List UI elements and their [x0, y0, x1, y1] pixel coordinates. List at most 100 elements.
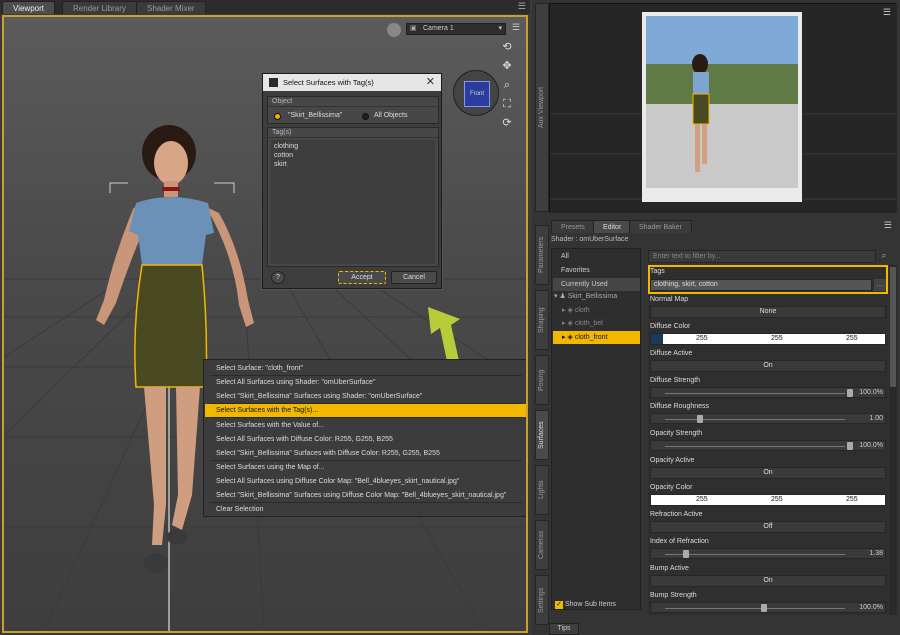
category-currently-used[interactable]: Currently Used: [553, 278, 640, 291]
slider-value[interactable]: 1.00: [869, 414, 883, 424]
color-b[interactable]: 255: [846, 334, 858, 344]
color-r[interactable]: 255: [696, 495, 708, 505]
prop-opacity-color-field[interactable]: 255 255 255: [650, 494, 886, 506]
menu-item-clear-selection[interactable]: Clear Selection: [205, 503, 526, 516]
menu-item-select-object-diffuse-color[interactable]: Select "Skirt_Bellissima" Surfaces with …: [205, 447, 526, 460]
frame-icon[interactable]: ⛶: [500, 97, 514, 111]
prop-bump-strength-slider[interactable]: 100.0%: [650, 602, 886, 613]
cancel-button[interactable]: Cancel: [391, 271, 437, 284]
prop-tags-label: Tags: [650, 268, 665, 275]
zoom-icon[interactable]: ⌕: [500, 78, 514, 92]
view-cube[interactable]: Front: [453, 70, 499, 116]
camera-select[interactable]: ▣ Camera 1 ▾: [406, 23, 506, 35]
tab-shader-baker[interactable]: Shader Baker: [629, 220, 692, 233]
aux-viewport[interactable]: ☰: [549, 3, 897, 213]
slider-value[interactable]: 100.0%: [859, 441, 883, 451]
color-r[interactable]: 255: [696, 334, 708, 344]
expand-icon[interactable]: ▸: [562, 334, 566, 341]
menu-item-select-object-shader[interactable]: Select "Skirt_Bellissima" Surfaces using…: [205, 390, 526, 403]
texture-map-icon[interactable]: [651, 334, 663, 344]
expand-icon[interactable]: ▾: [554, 293, 558, 300]
tips-tab[interactable]: Tips: [549, 623, 579, 635]
prop-ior-slider[interactable]: 1.38: [650, 548, 886, 559]
accept-button[interactable]: Accept: [338, 271, 386, 284]
prop-tags-field[interactable]: clothing, skirt, cotton: [650, 279, 872, 291]
slider-value[interactable]: 1.38: [869, 549, 883, 559]
slider-knob[interactable]: [847, 389, 853, 397]
slider-knob[interactable]: [847, 442, 853, 450]
tab-shader-mixer[interactable]: Shader Mixer: [136, 1, 206, 14]
tab-cameras[interactable]: Cameras: [535, 520, 549, 570]
menu-item-select-with-value[interactable]: Select Surfaces with the Value of...: [205, 419, 526, 432]
prop-refraction-active-toggle[interactable]: Off: [650, 521, 886, 533]
prop-diffuse-color-field[interactable]: 255 255 255: [650, 333, 886, 345]
pane-menu-icon[interactable]: ☰: [518, 1, 526, 12]
prop-normal-map-field[interactable]: None: [650, 306, 886, 318]
tree-item-cloth-bel[interactable]: ▸ ◈ cloth_bel: [562, 319, 603, 327]
main-tab-bar: Viewport Render Library Shader Mixer ☰: [0, 0, 530, 14]
expand-icon[interactable]: ▸: [562, 307, 566, 314]
tab-editor[interactable]: Editor: [593, 220, 632, 233]
slider-value[interactable]: 100.0%: [859, 388, 883, 398]
prop-opacity-strength-slider[interactable]: 100.0%: [650, 440, 886, 451]
tab-aux-viewport[interactable]: Aux Viewport: [535, 3, 549, 212]
expand-icon[interactable]: ▸: [562, 320, 566, 327]
color-g[interactable]: 255: [771, 334, 783, 344]
pan-icon[interactable]: ✥: [500, 59, 514, 73]
prop-opacity-active-toggle[interactable]: On: [650, 467, 886, 479]
tab-settings[interactable]: Settings: [535, 575, 549, 625]
tree-item-cloth[interactable]: ▸ ◈ cloth: [562, 306, 590, 314]
menu-item-select-with-tags[interactable]: Select Surfaces with the Tag(s)...: [205, 404, 526, 417]
radio-all-objects[interactable]: [362, 113, 369, 120]
menu-item-select-using-map[interactable]: Select Surfaces using the Map of...: [205, 461, 526, 474]
tab-parameters[interactable]: Parameters: [535, 225, 549, 285]
menu-item-select-surface[interactable]: Select Surface: "cloth_front": [205, 362, 526, 375]
tab-lights[interactable]: Lights: [535, 465, 549, 515]
checkbox-checked-icon[interactable]: ✓: [555, 601, 563, 609]
tab-surfaces[interactable]: Surfaces: [535, 410, 549, 460]
radio-skirt[interactable]: [274, 113, 281, 120]
tab-presets[interactable]: Presets: [551, 220, 595, 233]
reset-view-icon[interactable]: ⟳: [500, 116, 514, 130]
color-g[interactable]: 255: [771, 495, 783, 505]
view-cube-front[interactable]: Front: [464, 81, 490, 107]
orbit-icon[interactable]: ⟲: [500, 40, 514, 54]
show-sub-items[interactable]: ✓ Show Sub Items: [555, 601, 616, 609]
prop-diffuse-active-toggle[interactable]: On: [650, 360, 886, 372]
tag-item[interactable]: skirt: [274, 160, 432, 169]
menu-item-select-all-shader[interactable]: Select All Surfaces using Shader: "omUbe…: [205, 376, 526, 389]
viewport-menu-icon[interactable]: ☰: [512, 22, 520, 33]
tree-item-cloth-front[interactable]: ▸ ◈ cloth_front: [553, 331, 640, 344]
aux-menu-icon[interactable]: ☰: [883, 7, 891, 18]
viewport[interactable]: ▣ Camera 1 ▾ ☰ Front ⟲ ✥ ⌕ ⛶ ⟳ Select Su…: [2, 15, 528, 633]
close-icon[interactable]: ✕: [426, 74, 435, 91]
filter-input[interactable]: Enter text to filter by...: [648, 250, 876, 263]
menu-item-select-all-diffuse-map[interactable]: Select All Surfaces using Diffuse Color …: [205, 475, 526, 488]
slider-knob[interactable]: [683, 550, 689, 558]
surfaces-menu-icon[interactable]: ☰: [884, 220, 892, 231]
tab-render-library[interactable]: Render Library: [62, 1, 137, 14]
slider-knob[interactable]: [761, 604, 767, 612]
property-scrollbar[interactable]: [889, 265, 897, 615]
category-all[interactable]: All: [553, 250, 640, 263]
search-icon[interactable]: ⌕: [878, 250, 890, 263]
tags-more-icon[interactable]: …: [874, 279, 886, 291]
menu-item-select-object-diffuse-map[interactable]: Select "Skirt_Bellissima" Surfaces using…: [205, 489, 526, 502]
tag-item[interactable]: cotton: [274, 151, 432, 160]
menu-item-select-all-diffuse-color[interactable]: Select All Surfaces with Diffuse Color: …: [205, 433, 526, 446]
slider-value[interactable]: 100.0%: [859, 603, 883, 613]
tab-shaping[interactable]: Shaping: [535, 290, 549, 350]
prop-diffuse-roughness-slider[interactable]: 1.00: [650, 413, 886, 424]
tree-root[interactable]: ▾ ♟ Skirt_Bellissima: [554, 292, 617, 300]
color-b[interactable]: 255: [846, 495, 858, 505]
category-favorites[interactable]: Favorites: [553, 264, 640, 277]
tab-viewport[interactable]: Viewport: [2, 1, 55, 14]
help-button[interactable]: ?: [271, 271, 285, 284]
slider-knob[interactable]: [697, 415, 703, 423]
prop-diffuse-strength-slider[interactable]: 100.0%: [650, 387, 886, 398]
tags-list[interactable]: clothing cotton skirt: [271, 140, 435, 264]
prop-bump-active-toggle[interactable]: On: [650, 575, 886, 587]
draw-style-icon[interactable]: [387, 23, 401, 37]
tab-posing[interactable]: Posing: [535, 355, 549, 405]
tag-item[interactable]: clothing: [274, 142, 432, 151]
